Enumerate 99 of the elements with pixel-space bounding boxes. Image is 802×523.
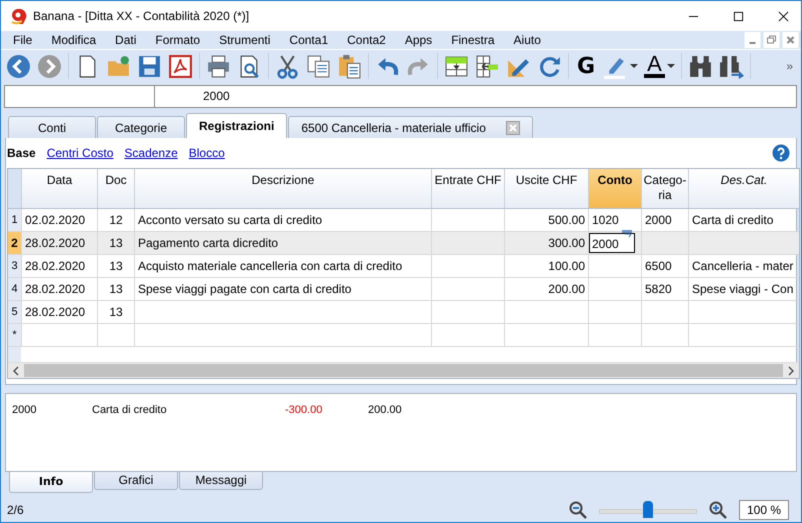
column-header[interactable]: Conto (588, 169, 641, 208)
table-cell: Acquisto materiale cancelleria con carta di credito (138, 259, 402, 274)
table-cell: 1020 (592, 213, 619, 228)
menu-item[interactable]: Conta2 (339, 33, 394, 48)
view-link[interactable]: Blocco (188, 146, 225, 160)
edit-marker-icon (622, 230, 632, 238)
font-color-button[interactable]: A (644, 54, 665, 78)
forward-icon[interactable] (37, 54, 62, 79)
menu-item[interactable]: Strumenti (211, 33, 278, 48)
table-cell: 6500 (645, 259, 672, 274)
window-title: Banana - [Ditta XX - Contabilità 2020 (*)] (33, 9, 250, 24)
column-header[interactable]: Descrizione (134, 169, 431, 208)
table-cell: 13 (109, 305, 123, 320)
zoom-out-icon[interactable] (569, 500, 587, 519)
table-cell: Pagamento carta dicredito (138, 236, 278, 250)
column-header[interactable]: Entrate CHF (431, 169, 504, 208)
menu-item[interactable]: Modifica (43, 33, 104, 48)
tab[interactable]: Messaggi (179, 471, 263, 490)
paste-icon[interactable] (337, 54, 362, 79)
help-icon[interactable] (772, 144, 790, 162)
delete-row-icon[interactable] (475, 54, 500, 79)
table-cell: 28.02.2020 (25, 259, 86, 274)
menu-item[interactable]: Conta1 (281, 33, 336, 48)
toolbar-overflow[interactable]: » (786, 59, 801, 74)
tab[interactable]: Conti (8, 116, 96, 138)
row-number: 4 (8, 278, 21, 300)
menu-item[interactable]: Aiuto (506, 33, 549, 48)
table-cell: 100.00 (548, 259, 585, 274)
menu-item[interactable]: Dati (107, 33, 144, 48)
table-cell: 12 (109, 213, 123, 228)
cell-edit-field[interactable]: 2000 (589, 233, 635, 254)
menu-item[interactable]: Formato (147, 33, 208, 48)
table-cell: 500.00 (548, 213, 585, 228)
table-cell: 13 (109, 259, 123, 274)
tab[interactable]: 6500 Cancelleria - materiale ufficio (288, 116, 533, 138)
row-number: 2 (8, 232, 21, 254)
row-number: 3 (8, 255, 21, 278)
dropdown-caret-icon[interactable] (666, 63, 675, 70)
column-header[interactable]: Doc (97, 169, 134, 208)
table-cell: 2000 (645, 213, 672, 228)
column-header[interactable]: Des.Cat. (688, 169, 799, 208)
table-cell: Carta di credito (692, 213, 774, 228)
info-value: 200.00 (368, 404, 402, 416)
table-cell: Acconto versato su carta di credito (138, 213, 322, 228)
info-value: Carta di credito (92, 404, 167, 416)
tab[interactable]: Categorie (97, 116, 185, 138)
tab[interactable]: Grafici (94, 471, 178, 490)
slider-thumb[interactable] (643, 500, 653, 518)
menu-item[interactable]: File (5, 33, 40, 48)
view-link[interactable]: Centri Costo (46, 146, 114, 160)
row-number: 1 (8, 209, 21, 232)
table-cell: 28.02.2020 (25, 236, 86, 250)
table-cell: 300.00 (548, 236, 585, 250)
bold-button[interactable]: G (575, 54, 598, 79)
zoom-in-icon[interactable] (709, 500, 727, 519)
table-cell: 13 (109, 236, 123, 250)
table-cell: 28.02.2020 (25, 282, 86, 296)
column-header[interactable]: Data (21, 169, 97, 208)
save-icon[interactable] (137, 54, 162, 79)
view-link[interactable]: Base (7, 146, 36, 160)
column-header[interactable]: Catego- ria (641, 169, 688, 208)
record-position: 2/6 (7, 502, 24, 517)
tab[interactable]: Registrazioni (186, 113, 288, 138)
table-cell: 28.02.2020 (25, 305, 86, 320)
table-cell: 5820 (645, 282, 672, 296)
menu-item[interactable]: Finestra (443, 33, 503, 48)
zoom-value-field[interactable]: 100 % (739, 500, 789, 520)
view-link[interactable]: Scadenze (124, 146, 178, 160)
scroll-right-icon[interactable] (787, 366, 795, 376)
horizontal-scrollbar[interactable] (8, 362, 799, 378)
table-cell: Spese viaggi pagate con carta di credito (138, 282, 352, 296)
row-number: 5 (8, 301, 21, 324)
tab[interactable]: Info (9, 471, 93, 494)
binoculars-arrow-icon[interactable] (718, 54, 744, 79)
restore-icon[interactable] (763, 32, 780, 48)
folder-icon[interactable] (106, 54, 131, 79)
info-value: -300.00 (285, 404, 322, 416)
table-cell: Cancelleria - mater (692, 259, 794, 274)
row-number: * (8, 324, 21, 346)
row-header-strip (8, 347, 21, 362)
copy-icon[interactable] (306, 54, 331, 79)
zoom-slider[interactable] (599, 500, 697, 520)
cut-icon[interactable] (275, 54, 300, 79)
table-cell: Spese viaggi - Con (692, 282, 794, 296)
menu-item[interactable]: Apps (396, 33, 440, 48)
back-icon[interactable] (6, 54, 31, 79)
table-cell: 02.02.2020 (25, 213, 86, 228)
maximize-icon[interactable] (733, 10, 744, 22)
insert-row-icon[interactable] (444, 54, 469, 79)
info-value: 2000 (12, 404, 36, 416)
dropdown-caret-icon[interactable] (630, 63, 638, 70)
table-cell: 200.00 (548, 282, 585, 296)
scroll-left-icon[interactable] (12, 366, 20, 376)
app-logo-icon (9, 7, 27, 26)
printer-icon[interactable] (206, 54, 231, 79)
close-icon[interactable] (778, 10, 789, 22)
binoculars-icon[interactable] (688, 54, 713, 79)
table-cell: 13 (109, 282, 123, 296)
pdf-icon[interactable] (168, 54, 193, 79)
